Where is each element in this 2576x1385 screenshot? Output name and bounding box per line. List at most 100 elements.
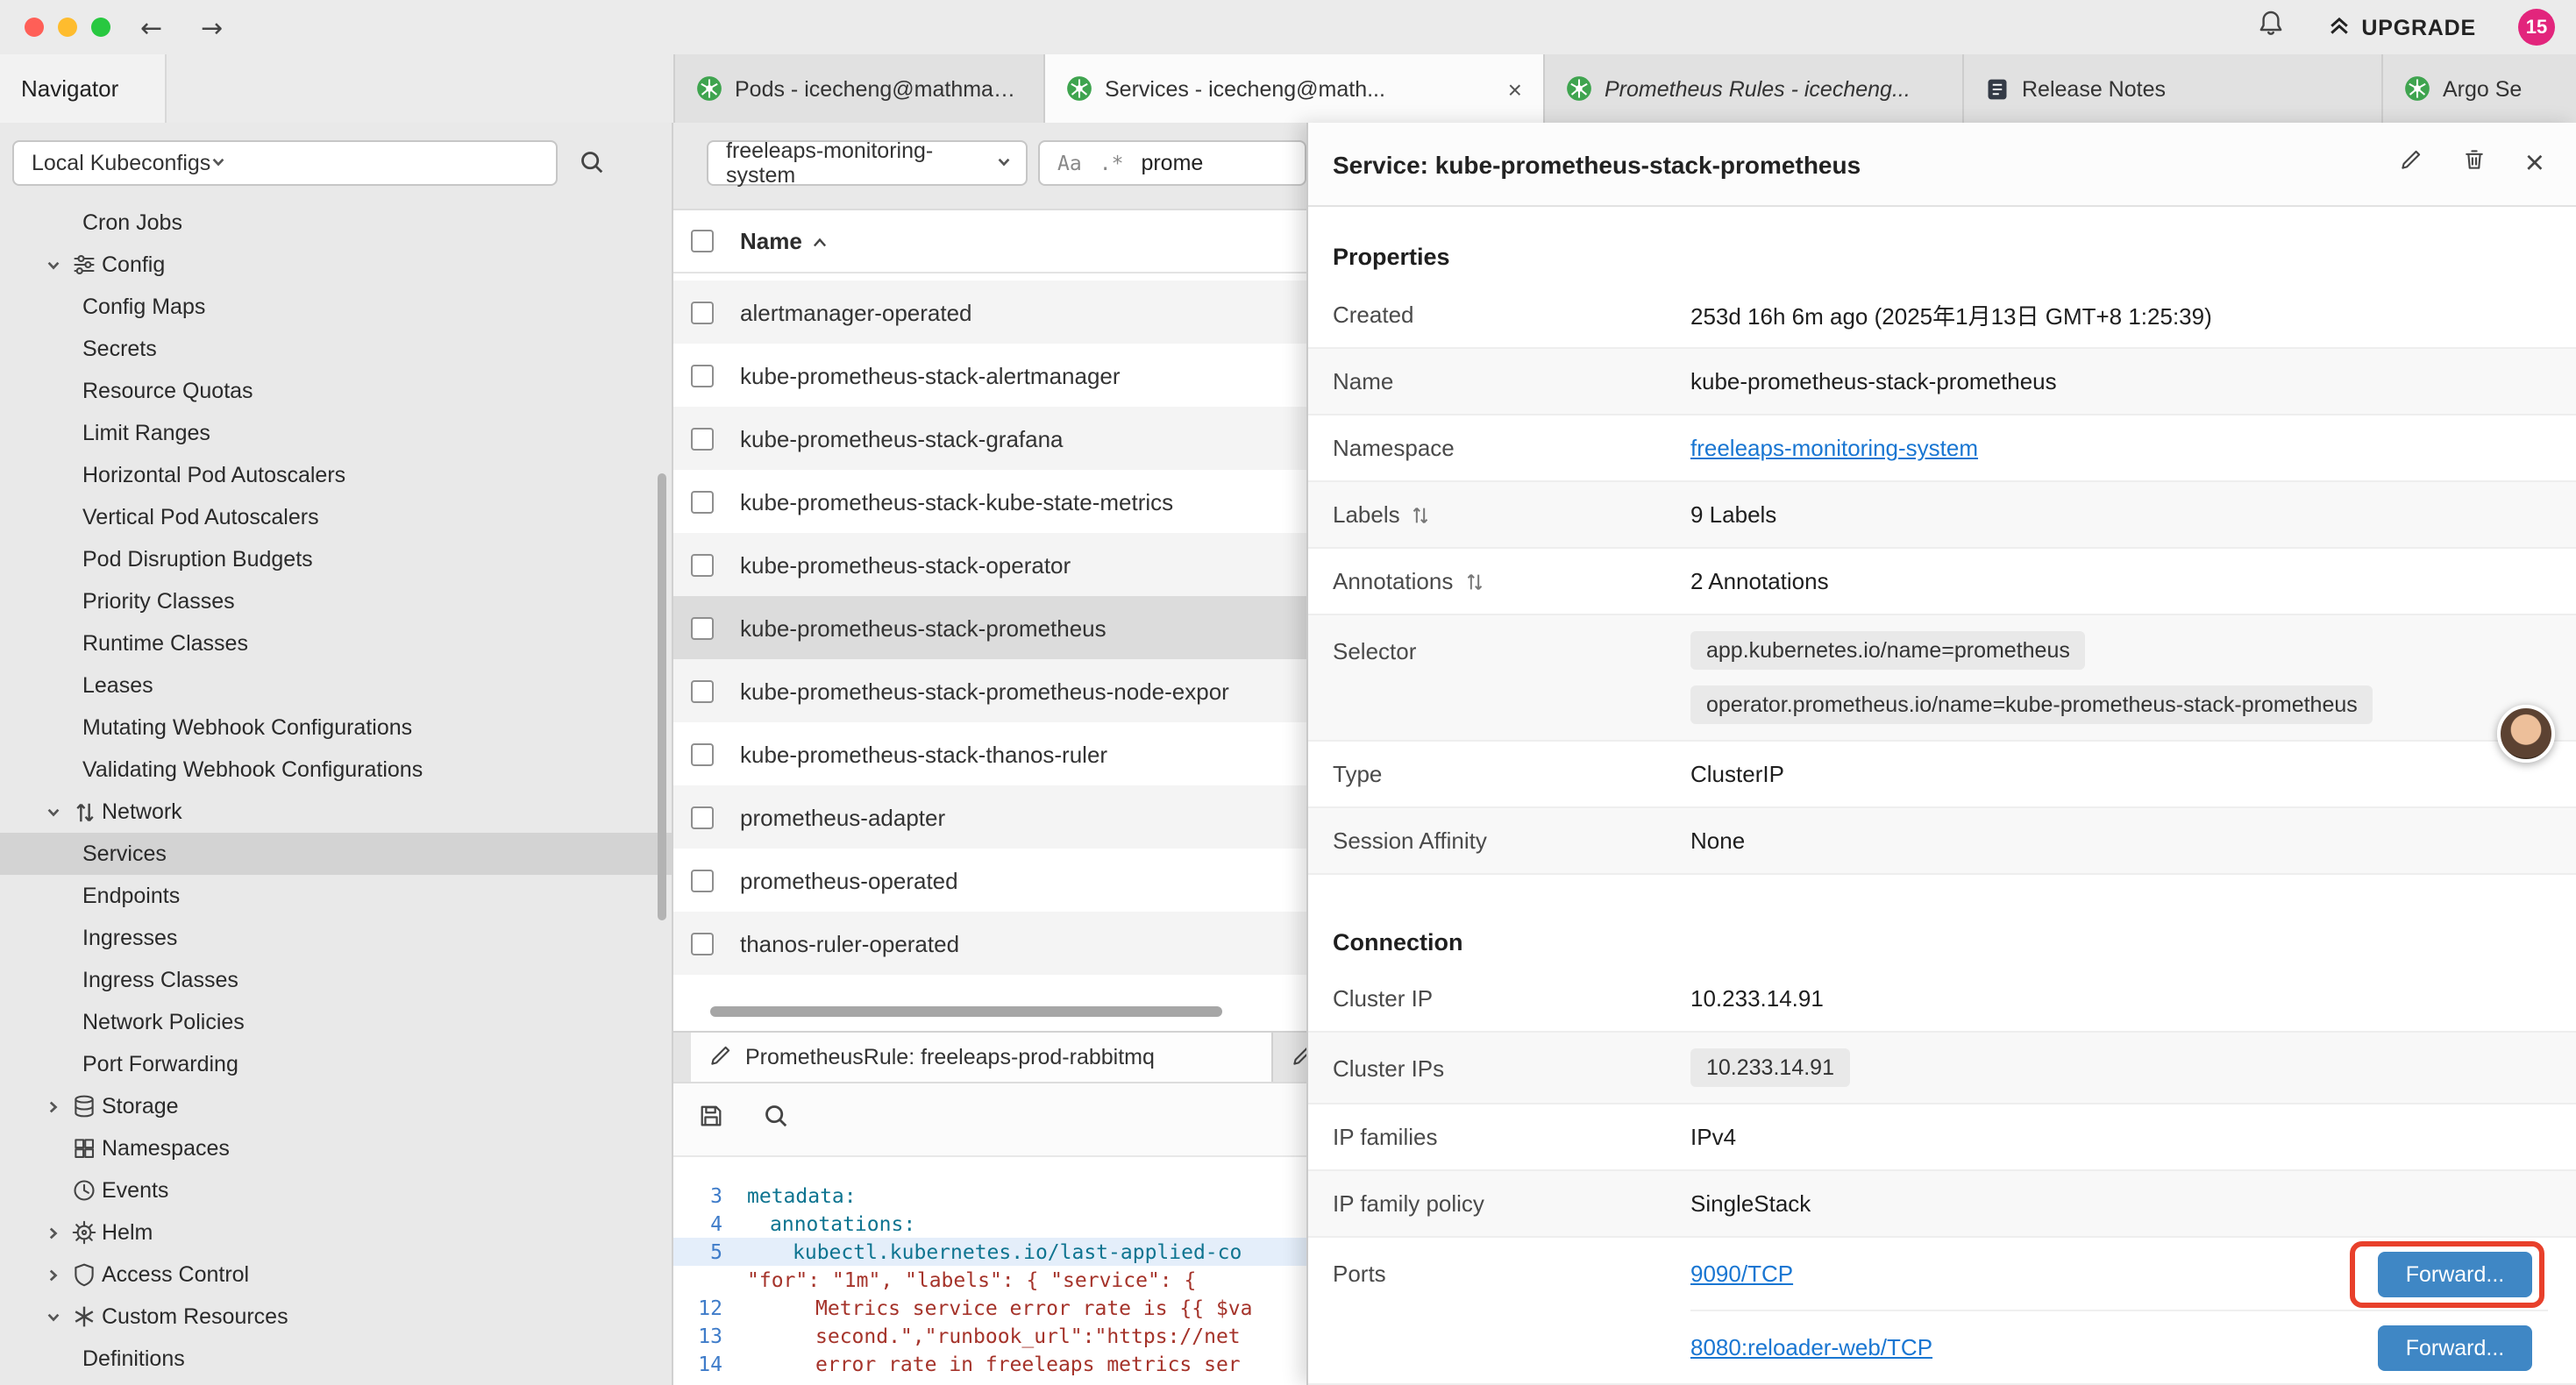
sidebar-item-events[interactable]: Events (0, 1169, 673, 1211)
detail-label: Cluster IP (1333, 985, 1433, 1012)
yaml-editor[interactable]: 3metadata:4annotations:5kubectl.kubernet… (673, 1182, 1306, 1378)
row-checkbox[interactable] (691, 553, 714, 576)
kubeconfig-selector[interactable]: Local Kubeconfigs (12, 140, 558, 186)
detail-row-cluster-ips: Cluster IPs10.233.14.91 (1308, 1033, 2576, 1104)
assistant-avatar[interactable] (2497, 705, 2555, 763)
sidebar-item-helm[interactable]: Helm (0, 1211, 673, 1254)
edit-button[interactable] (2399, 147, 2423, 181)
sidebar-search-icon[interactable] (579, 149, 605, 184)
sidebar-item-horizontal-pod-autoscalers[interactable]: Horizontal Pod Autoscalers (0, 454, 673, 496)
close-window-button[interactable] (25, 18, 44, 37)
sidebar-item-cron-jobs[interactable]: Cron Jobs (0, 202, 673, 244)
sidebar-item-leases[interactable]: Leases (0, 664, 673, 707)
namespace-selector[interactable]: freeleaps-monitoring-system (707, 140, 1028, 186)
editor-tab-services-icecheng-math[interactable]: Services - icecheng@math...× (1045, 54, 1545, 123)
dock-tab-prometheusrule[interactable]: PrometheusRule: freeleaps-prod-rabbitmq (691, 1033, 1273, 1082)
chevron-down-icon[interactable] (39, 257, 67, 273)
select-all-checkbox[interactable] (691, 230, 714, 252)
sidebar-item-config[interactable]: Config (0, 244, 673, 286)
namespace-link[interactable]: freeleaps-monitoring-system (1690, 435, 1978, 461)
close-tab-icon[interactable]: × (1494, 76, 1522, 101)
port-link[interactable]: 8080:reloader-web/TCP (1690, 1334, 1932, 1360)
sidebar-item-ingress-classes[interactable]: Ingress Classes (0, 959, 673, 1001)
row-checkbox[interactable] (691, 932, 714, 955)
sidebar-item-namespaces[interactable]: Namespaces (0, 1127, 673, 1169)
sidebar-item-pod-disruption-budgets[interactable]: Pod Disruption Budgets (0, 538, 673, 580)
sidebar-item-storage[interactable]: Storage (0, 1085, 673, 1127)
sidebar-item-runtime-classes[interactable]: Runtime Classes (0, 622, 673, 664)
chevron-right-icon[interactable] (39, 1098, 67, 1114)
upgrade-button[interactable]: UPGRADE (2326, 12, 2476, 42)
sidebar-item-services[interactable]: Services (0, 833, 673, 875)
regex-toggle[interactable]: .* (1099, 151, 1124, 175)
sort-icon[interactable] (1413, 504, 1430, 525)
row-checkbox[interactable] (691, 490, 714, 513)
table-row-kube-prometheus-stack-grafana[interactable]: kube-prometheus-stack-grafana (673, 407, 1306, 470)
sidebar-item-validating-webhook-configurations[interactable]: Validating Webhook Configurations (0, 749, 673, 791)
row-checkbox[interactable] (691, 806, 714, 828)
sort-icon[interactable] (1465, 571, 1483, 592)
horizontal-scrollbar-thumb[interactable] (710, 1006, 1222, 1017)
sidebar-item-limit-ranges[interactable]: Limit Ranges (0, 412, 673, 454)
table-row-kube-prometheus-stack-thanos-ruler[interactable]: kube-prometheus-stack-thanos-ruler (673, 722, 1306, 785)
minimize-window-button[interactable] (58, 18, 77, 37)
row-checkbox[interactable] (691, 301, 714, 323)
sidebar-item-mutating-webhook-configurations[interactable]: Mutating Webhook Configurations (0, 707, 673, 749)
zoom-window-button[interactable] (91, 18, 110, 37)
editor-tab-argo-se[interactable]: Argo Se (2383, 54, 2576, 123)
sidebar-item-port-forwarding[interactable]: Port Forwarding (0, 1043, 673, 1085)
row-checkbox[interactable] (691, 616, 714, 639)
sidebar-item-network-policies[interactable]: Network Policies (0, 1001, 673, 1043)
close-drawer-button[interactable]: × (2525, 147, 2544, 181)
sidebar-item-config-maps[interactable]: Config Maps (0, 286, 673, 328)
row-checkbox[interactable] (691, 869, 714, 891)
forward-port-button[interactable]: Forward... (2378, 1251, 2532, 1296)
name-column-header[interactable]: Name (740, 228, 829, 254)
sidebar-item-definitions[interactable]: Definitions (0, 1338, 673, 1380)
horizontal-scrollbar[interactable] (673, 1005, 1306, 1019)
table-search-input[interactable]: Aa .* prome (1038, 140, 1306, 186)
sidebar-item-resource-quotas[interactable]: Resource Quotas (0, 370, 673, 412)
sidebar-item-network[interactable]: Network (0, 791, 673, 833)
dock-tab-partial[interactable] (1273, 1033, 1306, 1082)
notification-count-badge[interactable]: 15 (2518, 9, 2555, 46)
row-checkbox[interactable] (691, 427, 714, 450)
editor-search-icon[interactable] (763, 1102, 789, 1137)
table-row-thanos-ruler-operated[interactable]: thanos-ruler-operated (673, 912, 1306, 975)
chevron-right-icon[interactable] (39, 1267, 67, 1282)
table-row-kube-prometheus-stack-prometheus[interactable]: kube-prometheus-stack-prometheus (673, 596, 1306, 659)
row-checkbox[interactable] (691, 679, 714, 702)
table-row-alertmanager-operated[interactable]: alertmanager-operated (673, 281, 1306, 344)
match-case-toggle[interactable]: Aa (1057, 151, 1082, 175)
forward-port-button[interactable]: Forward... (2378, 1325, 2532, 1370)
forward-button[interactable]: → (201, 11, 223, 43)
editor-tab-prometheus-rules-icecheng[interactable]: Prometheus Rules - icecheng... (1545, 54, 1964, 123)
chevron-right-icon[interactable] (39, 1225, 67, 1240)
chevron-down-icon[interactable] (39, 1309, 67, 1325)
table-row-kube-prometheus-stack-alertmanager[interactable]: kube-prometheus-stack-alertmanager (673, 344, 1306, 407)
sidebar-item-endpoints[interactable]: Endpoints (0, 875, 673, 917)
sidebar-item-priority-classes[interactable]: Priority Classes (0, 580, 673, 622)
code-line: 12Metrics service error rate is {{ $va (673, 1294, 1306, 1322)
save-icon[interactable] (698, 1102, 724, 1137)
editor-tab-pods-icecheng-mathmas[interactable]: Pods - icecheng@mathmas... (675, 54, 1045, 123)
sidebar-scrollbar[interactable] (658, 473, 666, 920)
table-row-kube-prometheus-stack-operator[interactable]: kube-prometheus-stack-operator (673, 533, 1306, 596)
back-button[interactable]: ← (140, 11, 162, 43)
row-checkbox[interactable] (691, 364, 714, 387)
table-row-kube-prometheus-stack-prometheus-node-expor[interactable]: kube-prometheus-stack-prometheus-node-ex… (673, 659, 1306, 722)
table-row-kube-prometheus-stack-kube-state-metrics[interactable]: kube-prometheus-stack-kube-state-metrics (673, 470, 1306, 533)
sidebar-item-custom-resources[interactable]: Custom Resources (0, 1296, 673, 1338)
sidebar-item-ingresses[interactable]: Ingresses (0, 917, 673, 959)
row-checkbox[interactable] (691, 742, 714, 765)
notifications-bell-icon[interactable] (2256, 9, 2284, 46)
table-row-prometheus-operated[interactable]: prometheus-operated (673, 849, 1306, 912)
delete-button[interactable] (2462, 147, 2487, 181)
port-link[interactable]: 9090/TCP (1690, 1261, 1793, 1287)
chevron-down-icon[interactable] (39, 804, 67, 820)
sidebar-item-vertical-pod-autoscalers[interactable]: Vertical Pod Autoscalers (0, 496, 673, 538)
table-row-prometheus-adapter[interactable]: prometheus-adapter (673, 785, 1306, 849)
sidebar-item-secrets[interactable]: Secrets (0, 328, 673, 370)
sidebar-item-access-control[interactable]: Access Control (0, 1254, 673, 1296)
editor-tab-release-notes[interactable]: Release Notes (1964, 54, 2383, 123)
